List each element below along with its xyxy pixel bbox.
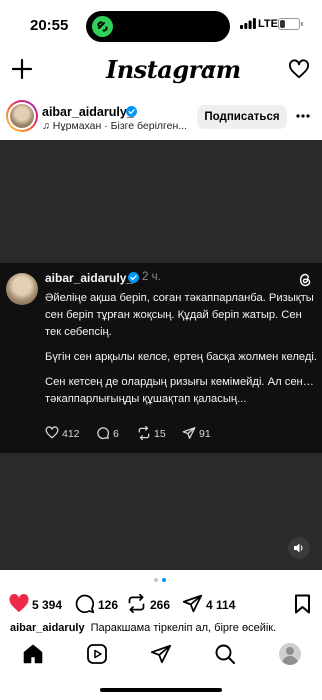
- music-label: Нұрмахан · Бізге берілген...: [52, 120, 188, 132]
- post-username[interactable]: aibar_aidaruly_: [42, 105, 134, 119]
- dynamic-island[interactable]: [86, 11, 230, 42]
- repost-icon: [128, 593, 145, 614]
- speaker-icon: [294, 543, 303, 553]
- thread-repost-icon: [138, 426, 150, 440]
- threads-post-card: aibar_aidaruly_ 2 ч. Әйеліңе ақша беріп,…: [0, 263, 322, 453]
- music-attribution[interactable]: ♫ Нұрмахан · Бізге берілген...: [42, 120, 187, 132]
- reels-icon[interactable]: [86, 643, 108, 665]
- thread-heart-icon: [45, 426, 59, 439]
- thread-send-icon: [182, 427, 196, 439]
- thread-verified-icon: [128, 272, 139, 283]
- battery-cap: [301, 22, 303, 26]
- instagram-logo[interactable]: Instagram: [106, 55, 241, 84]
- caption-username[interactable]: aibar_aidaruly: [10, 622, 85, 634]
- chevron-down-icon[interactable]: [206, 65, 216, 72]
- heart-filled-icon: [9, 594, 29, 613]
- status-bar: 20:55 LTE 30: [0, 0, 322, 50]
- more-horizontal-icon[interactable]: [296, 114, 310, 118]
- post-header: aibar_aidaruly_ ♫ Нұрмахан · Бізге беріл…: [0, 98, 322, 138]
- network-type: LTE: [258, 18, 278, 30]
- thread-reposts-count: 15: [154, 428, 166, 440]
- shares-count: 4 114: [206, 598, 236, 612]
- comments-count: 126: [98, 598, 119, 612]
- search-icon[interactable]: [214, 643, 236, 665]
- threads-logo-icon: [299, 273, 311, 287]
- verified-badge-icon: [126, 106, 137, 117]
- home-indicator: [100, 688, 222, 692]
- send-icon[interactable]: [150, 643, 172, 665]
- battery-icon: 30: [278, 18, 300, 30]
- likes-count: 5 394: [32, 598, 63, 612]
- post-actions: 5 394 126 266 4 114: [0, 591, 322, 617]
- carousel-indicator: [154, 578, 168, 584]
- thread-text: Әйеліңе ақша беріп, соған тәкаппарланба.…: [45, 290, 317, 416]
- thread-time: 2 ч.: [142, 271, 161, 283]
- thread-paragraph: Бүгін сен арқылы келсе, ертең басқа жолм…: [45, 351, 317, 363]
- home-icon[interactable]: [22, 643, 44, 665]
- profile-avatar[interactable]: [279, 643, 301, 665]
- thread-avatar: [6, 273, 38, 305]
- thread-comments-count: 6: [113, 428, 119, 440]
- activity-link-icon: [92, 16, 113, 37]
- music-note-icon: ♫: [42, 120, 53, 132]
- avatar[interactable]: [6, 100, 38, 132]
- thread-paragraph: Әйеліңе ақша беріп, соған тәкаппарланба.…: [45, 292, 314, 338]
- carousel-dot: [154, 578, 158, 582]
- post-caption[interactable]: aibar_aidaruly Паракшама тіркеліп ал, бір…: [10, 622, 322, 634]
- post-media[interactable]: aibar_aidaruly_ 2 ч. Әйеліңе ақша беріп,…: [0, 140, 322, 570]
- follow-button[interactable]: Подписаться: [197, 105, 287, 129]
- send-icon: [182, 594, 203, 613]
- bottom-tab-bar: [0, 635, 322, 675]
- app-header: Instagram: [0, 50, 322, 94]
- thread-actions: 412 6 15 91: [45, 426, 295, 442]
- thread-shares-count: 91: [199, 428, 211, 440]
- comment-icon: [75, 594, 95, 614]
- plus-icon[interactable]: [11, 58, 33, 80]
- heart-icon[interactable]: [288, 59, 310, 79]
- carousel-dot-active: [162, 578, 166, 582]
- thread-username: aibar_aidaruly_: [45, 271, 134, 285]
- status-time: 20:55: [30, 17, 69, 34]
- thread-likes-count: 412: [62, 428, 80, 440]
- bookmark-icon[interactable]: [294, 594, 311, 614]
- thread-paragraph: Сен кетсең де олардың ризығы кемімейді. …: [45, 376, 314, 405]
- cellular-signal-icon: [240, 18, 256, 29]
- sound-toggle-button[interactable]: [288, 537, 310, 559]
- thread-comment-icon: [97, 427, 109, 439]
- reposts-count: 266: [150, 598, 171, 612]
- caption-text: Паракшама тіркеліп ал, бірге өсейік.: [90, 622, 277, 634]
- battery-level: 30: [284, 18, 294, 27]
